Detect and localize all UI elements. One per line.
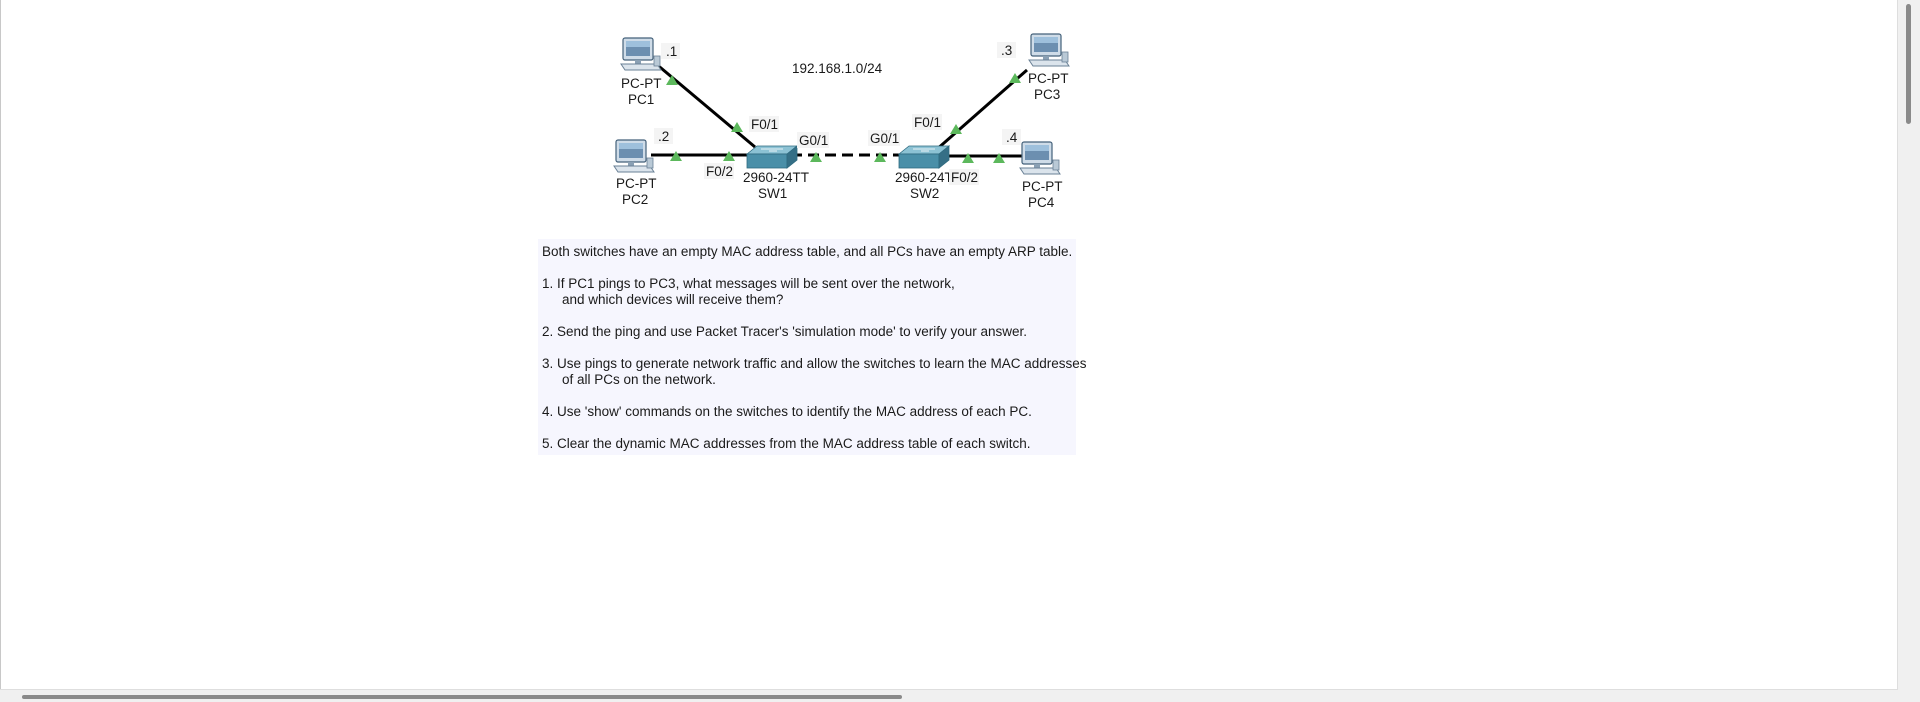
pc-icon <box>620 37 662 71</box>
task-1-line-2: and which devices will receive them? <box>562 292 784 307</box>
pc2-type-label: PC-PT <box>616 176 657 191</box>
pc3-type-label: PC-PT <box>1028 71 1069 86</box>
vertical-scrollbar[interactable] <box>1897 0 1920 702</box>
horizontal-scrollbar-thumb[interactable] <box>22 695 902 699</box>
port-label-sw1-g01: G0/1 <box>799 133 828 148</box>
vertical-scrollbar-thumb[interactable] <box>1906 4 1911 124</box>
pc2-name-label: PC2 <box>622 192 648 207</box>
sw2-type-label: 2960-24T <box>895 170 953 185</box>
pc2-device[interactable]: .2 PC-PT PC2 <box>613 128 673 207</box>
pc3-device[interactable]: .3 PC-PT PC3 <box>997 33 1070 102</box>
switch-icon <box>746 145 798 169</box>
pc3-ip-label: .3 <box>1001 43 1012 58</box>
pc-icon <box>1019 141 1061 175</box>
task-2-line-1: 2. Send the ping and use Packet Tracer's… <box>542 324 1027 339</box>
instructions-note[interactable]: Both switches have an empty MAC address … <box>538 239 1087 455</box>
pc1-name-label: PC1 <box>628 92 654 107</box>
sw2-name-label: SW2 <box>910 186 939 201</box>
sw1-type-label: 2960-24TT <box>743 170 809 185</box>
pc1-ip-label: .1 <box>666 44 677 59</box>
pc1-device[interactable]: .1 PC-PT PC1 <box>620 37 680 107</box>
port-label-sw1-f01: F0/1 <box>751 117 778 132</box>
port-label-sw2-f01: F0/1 <box>914 115 941 130</box>
task-5-line-1: 5. Clear the dynamic MAC addresses from … <box>542 436 1031 451</box>
logical-workspace[interactable]: .1 PC-PT PC1 .2 PC-PT PC2 .3 PC-PT PC3 .… <box>0 0 1899 690</box>
port-label-sw2-g01: G0/1 <box>870 131 899 146</box>
sw1-name-label: SW1 <box>758 186 787 201</box>
pc3-name-label: PC3 <box>1034 87 1060 102</box>
pc-icon <box>613 139 655 173</box>
pc1-type-label: PC-PT <box>621 76 662 91</box>
sw2-device[interactable]: 2960-24T SW2 <box>895 145 953 201</box>
pc-icon <box>1028 33 1070 67</box>
subnet-label: 192.168.1.0/24 <box>792 61 883 76</box>
task-3-line-1: 3. Use pings to generate network traffic… <box>542 356 1087 371</box>
pc4-ip-label: .4 <box>1006 130 1018 145</box>
pc4-name-label: PC4 <box>1028 195 1055 210</box>
horizontal-scrollbar[interactable] <box>0 689 1898 702</box>
pc4-type-label: PC-PT <box>1022 179 1063 194</box>
note-intro: Both switches have an empty MAC address … <box>542 244 1073 259</box>
port-label-sw1-f02: F0/2 <box>706 164 733 179</box>
task-3-line-2: of all PCs on the network. <box>562 372 716 387</box>
pc4-device[interactable]: .4 PC-PT PC4 <box>1002 129 1063 210</box>
switch-icon <box>898 145 950 169</box>
pc2-ip-label: .2 <box>658 129 669 144</box>
task-1-line-1: 1. If PC1 pings to PC3, what messages wi… <box>542 276 955 291</box>
network-topology[interactable]: .1 PC-PT PC1 .2 PC-PT PC2 .3 PC-PT PC3 .… <box>1 0 1101 230</box>
port-label-sw2-f02: F0/2 <box>951 170 978 185</box>
task-4-line-1: 4. Use 'show' commands on the switches t… <box>542 404 1032 419</box>
